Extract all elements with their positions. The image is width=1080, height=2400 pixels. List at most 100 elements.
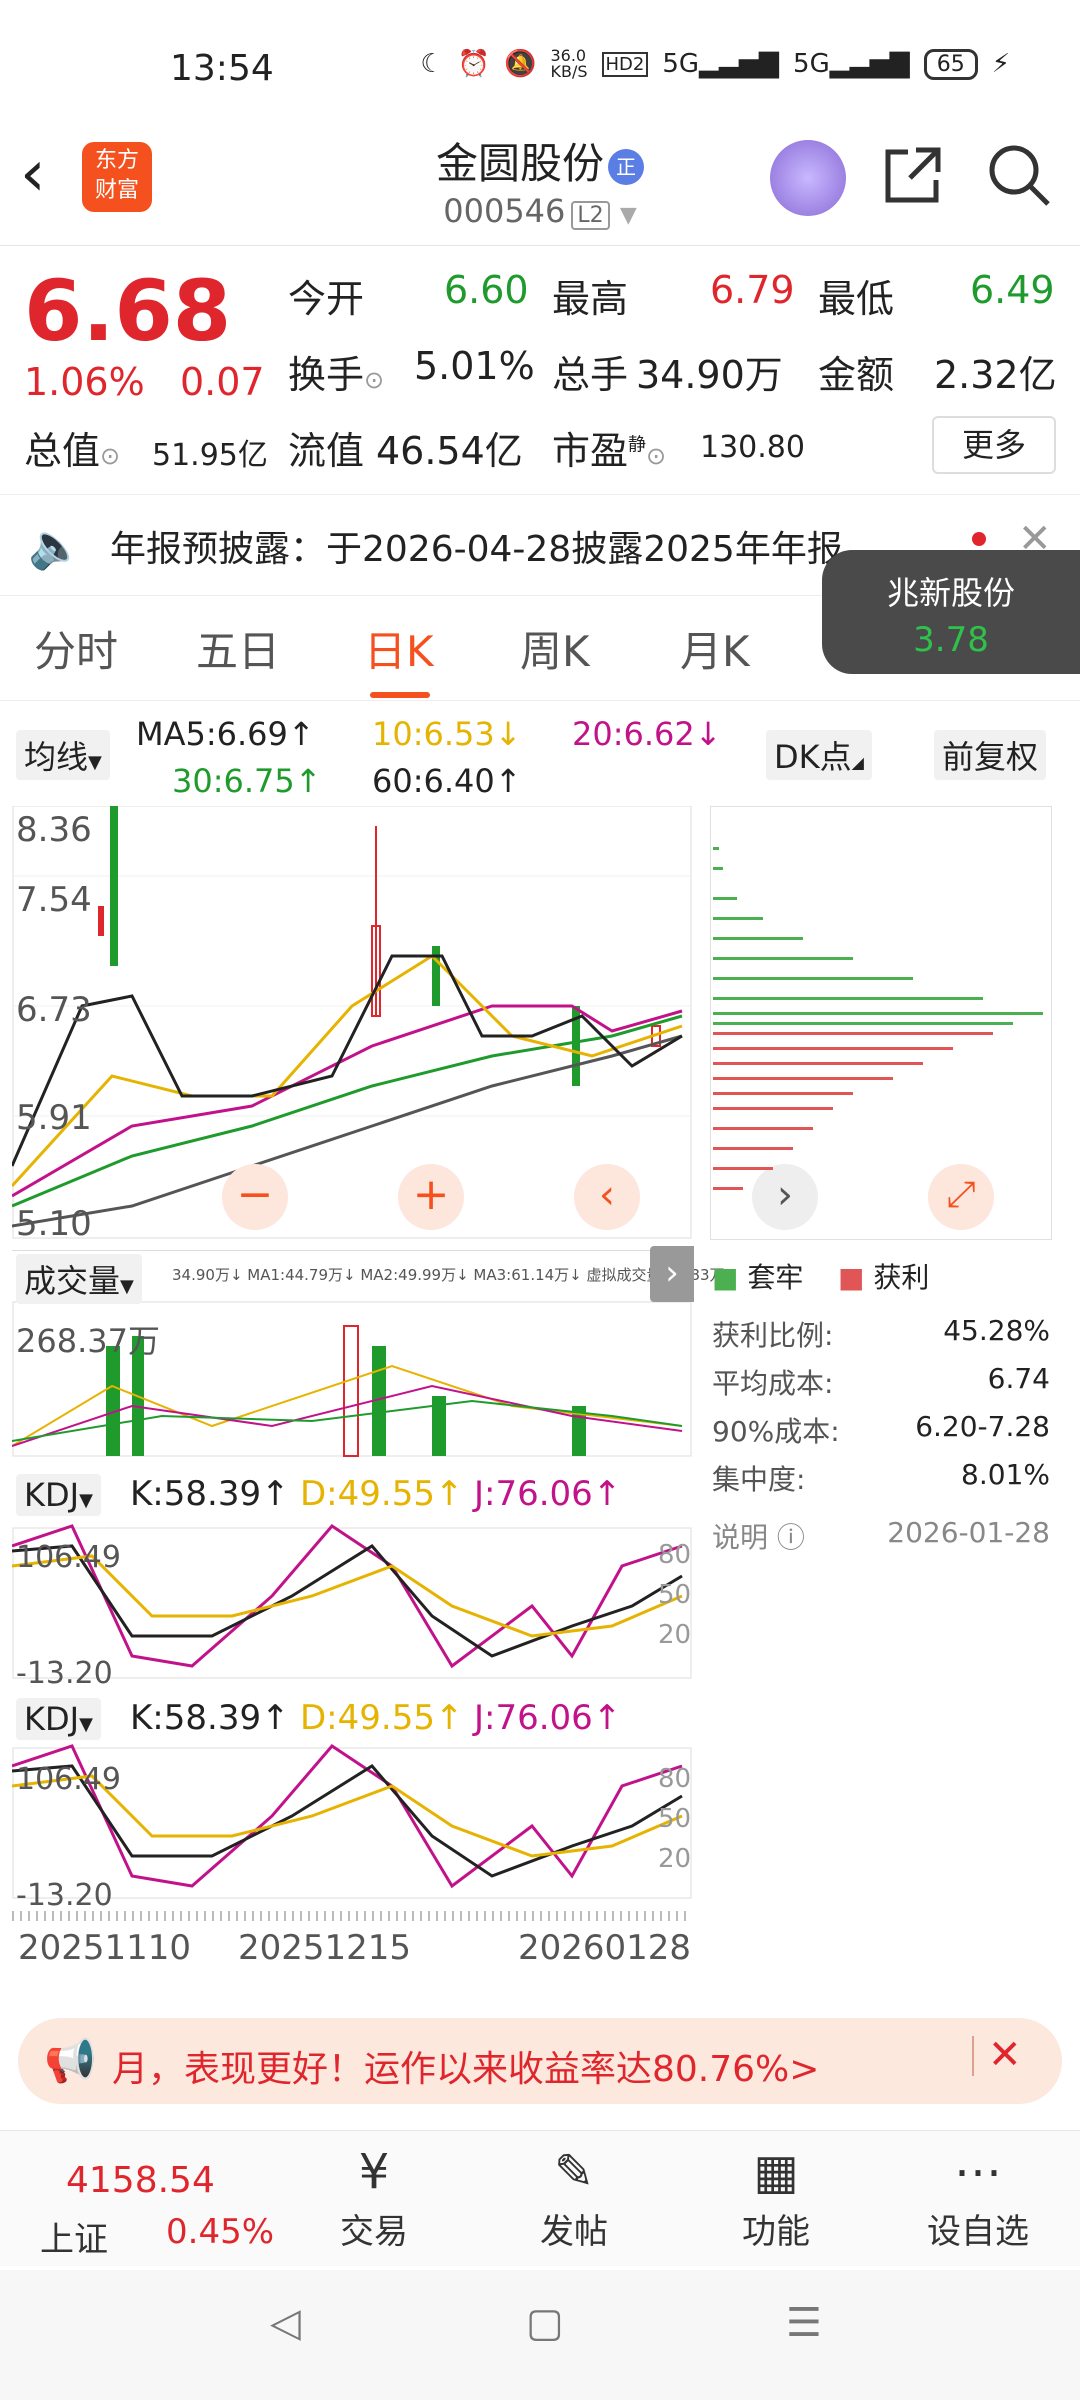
edit-icon: ✎	[553, 2144, 595, 2200]
nav-trade[interactable]: ¥ 交易	[314, 2140, 434, 2253]
promo-text[interactable]: 月，表现更好！运作以来收益率达80.76%>	[112, 2040, 819, 2092]
date-tick: 20260128	[518, 1928, 692, 1968]
status-bar: 13:54 ☾ ⏰ 🔕 36.0 KB/S HD2 5G▂▃▅▇ 5G▂▃▅▇ 6…	[0, 0, 1080, 130]
kline-svg	[10, 805, 692, 1921]
change-percent: 1.06%	[24, 360, 145, 404]
index-pct[interactable]: 0.45%	[166, 2212, 274, 2252]
signal-5g-icon: 5G▂▃▅▇	[662, 49, 780, 79]
kdj-level: 20	[658, 1620, 692, 1650]
menu-nav-icon[interactable]: ☰	[786, 2300, 822, 2346]
back-nav-icon[interactable]: ◁	[270, 2300, 301, 2346]
kdj-k-value: K:58.39↑	[130, 1698, 290, 1738]
indicator-select[interactable]: KDJ▼	[16, 1474, 101, 1516]
info-icon[interactable]: ⊙	[100, 442, 120, 470]
kdj-level: 80	[658, 1764, 692, 1794]
kdj-level: 50	[658, 1804, 692, 1834]
chip-value: 6.20-7.28	[915, 1410, 1050, 1443]
kline-panel[interactable]	[10, 805, 692, 2000]
high-label: 最高	[552, 277, 629, 321]
amount-value: 2.32亿	[934, 353, 1057, 397]
more-button[interactable]: 更多	[932, 416, 1056, 474]
ma5-value: MA5:6.69↑	[136, 715, 315, 753]
close-icon[interactable]: ✕	[988, 2032, 1022, 2078]
ma30-value: 30:6.75↑	[172, 762, 322, 800]
kdj-level: 80	[658, 1540, 692, 1570]
volume-value: 34.90万	[636, 353, 783, 397]
kdj-d-value: D:49.55↑	[300, 1698, 464, 1738]
move-left-button[interactable]: ‹	[574, 1164, 640, 1230]
open-label: 今开	[288, 277, 365, 321]
ma-select[interactable]: 均线▼	[16, 730, 110, 780]
expand-chevron-icon[interactable]: ›	[650, 1246, 694, 1302]
charging-icon: ⚡	[991, 49, 1010, 79]
home-nav-icon[interactable]: ▢	[526, 2300, 564, 2346]
status-icons: ☾ ⏰ 🔕 36.0 KB/S HD2 5G▂▃▅▇ 5G▂▃▅▇ 65 ⚡	[420, 48, 1010, 80]
ma10-value: 10:6.53↓	[372, 715, 522, 753]
chip-value: 6.74	[987, 1362, 1050, 1395]
legend-trap: ■ 套牢	[712, 1261, 804, 1294]
volume-select[interactable]: 成交量▼	[16, 1254, 142, 1304]
chip-distribution[interactable]	[710, 806, 1052, 1240]
pe-label: 市盈静⊙	[552, 429, 667, 473]
tab-weekly-k[interactable]: 周K	[520, 618, 590, 679]
open-value: 6.60	[444, 268, 529, 312]
hd-icon: HD2	[601, 51, 649, 77]
low-label: 最低	[818, 277, 895, 321]
trade-icon: ¥	[358, 2144, 390, 2200]
kdj-j-value: J:76.06↑	[474, 1698, 622, 1738]
stock-badge: 正	[608, 148, 644, 185]
search-icon[interactable]	[986, 142, 1052, 212]
info-icon[interactable]: ⊙	[364, 366, 384, 394]
chip-value: 45.28%	[943, 1314, 1050, 1347]
assistant-avatar[interactable]	[770, 140, 846, 216]
price-tick: 5.91	[16, 1098, 92, 1138]
status-time: 13:54	[170, 48, 274, 89]
kdj-j-value: J:76.06↑	[474, 1474, 622, 1514]
indicator-select-2[interactable]: KDJ▼	[16, 1698, 101, 1740]
nav-functions[interactable]: ▦ 功能	[716, 2140, 836, 2253]
date-tick: 20251110	[18, 1928, 192, 1968]
tab-intraday[interactable]: 分时	[34, 618, 118, 679]
grid-icon: ▦	[753, 2144, 799, 2200]
notice-text[interactable]: 年报预披露：于2026-04-28披露2025年年报	[110, 520, 843, 572]
dk-point-select[interactable]: DK点◢	[766, 730, 872, 780]
index-name[interactable]: 上证	[40, 2212, 108, 2261]
ma60-value: 60:6.40↑	[372, 762, 522, 800]
ma20-value: 20:6.62↓	[572, 715, 722, 753]
alarm-icon: ⏰	[457, 49, 491, 79]
zoom-in-button[interactable]: +	[398, 1164, 464, 1230]
tab-monthly-k[interactable]: 月K	[680, 618, 750, 679]
kdj-bottom: -13.20	[16, 1878, 113, 1913]
tab-daily-k[interactable]: 日K	[364, 618, 434, 679]
index-value[interactable]: 4158.54	[66, 2160, 215, 2201]
high-value: 6.79	[710, 268, 795, 312]
volume-bars	[106, 1325, 586, 1457]
notice-dot	[972, 532, 986, 546]
kdj-bottom: -13.20	[16, 1656, 113, 1691]
volume-label: 总手	[552, 353, 629, 397]
adjust-select[interactable]: 前复权	[934, 730, 1047, 780]
low-value: 6.49	[970, 268, 1055, 312]
net-speed: 36.0 KB/S	[550, 46, 588, 81]
signal-5g-icon-2: 5G▂▃▅▇	[793, 49, 910, 79]
info-icon[interactable]: ⊙	[646, 442, 666, 470]
level2-badge: L2	[571, 201, 610, 230]
megaphone-icon: 📢	[44, 2036, 97, 2085]
kdj-d-value: D:49.55↑	[300, 1474, 464, 1514]
nav-post[interactable]: ✎ 发帖	[514, 2140, 634, 2253]
nav-add-watchlist[interactable]: ⋯ 设自选	[918, 2140, 1038, 2253]
mktcap-value: 51.95亿	[152, 438, 268, 473]
related-stock-popup[interactable]: 兆新股份 3.78	[822, 550, 1080, 674]
mute-icon: 🔕	[504, 49, 537, 79]
price-tick: 6.73	[16, 990, 92, 1030]
zoom-out-button[interactable]: −	[222, 1164, 288, 1230]
pe-value: 130.80	[700, 430, 805, 465]
tab-five-day[interactable]: 五日	[196, 618, 280, 679]
current-price: 6.68	[24, 262, 232, 360]
moon-icon: ☾	[420, 49, 444, 79]
volume-info: 34.90万↓ MA1:44.79万↓ MA2:49.99万↓ MA3:61.1…	[172, 1266, 725, 1284]
share-icon[interactable]	[880, 142, 946, 212]
chip-value: 8.01%	[961, 1458, 1050, 1491]
amount-label: 金额	[818, 353, 895, 397]
price-tick: 8.36	[16, 810, 92, 850]
